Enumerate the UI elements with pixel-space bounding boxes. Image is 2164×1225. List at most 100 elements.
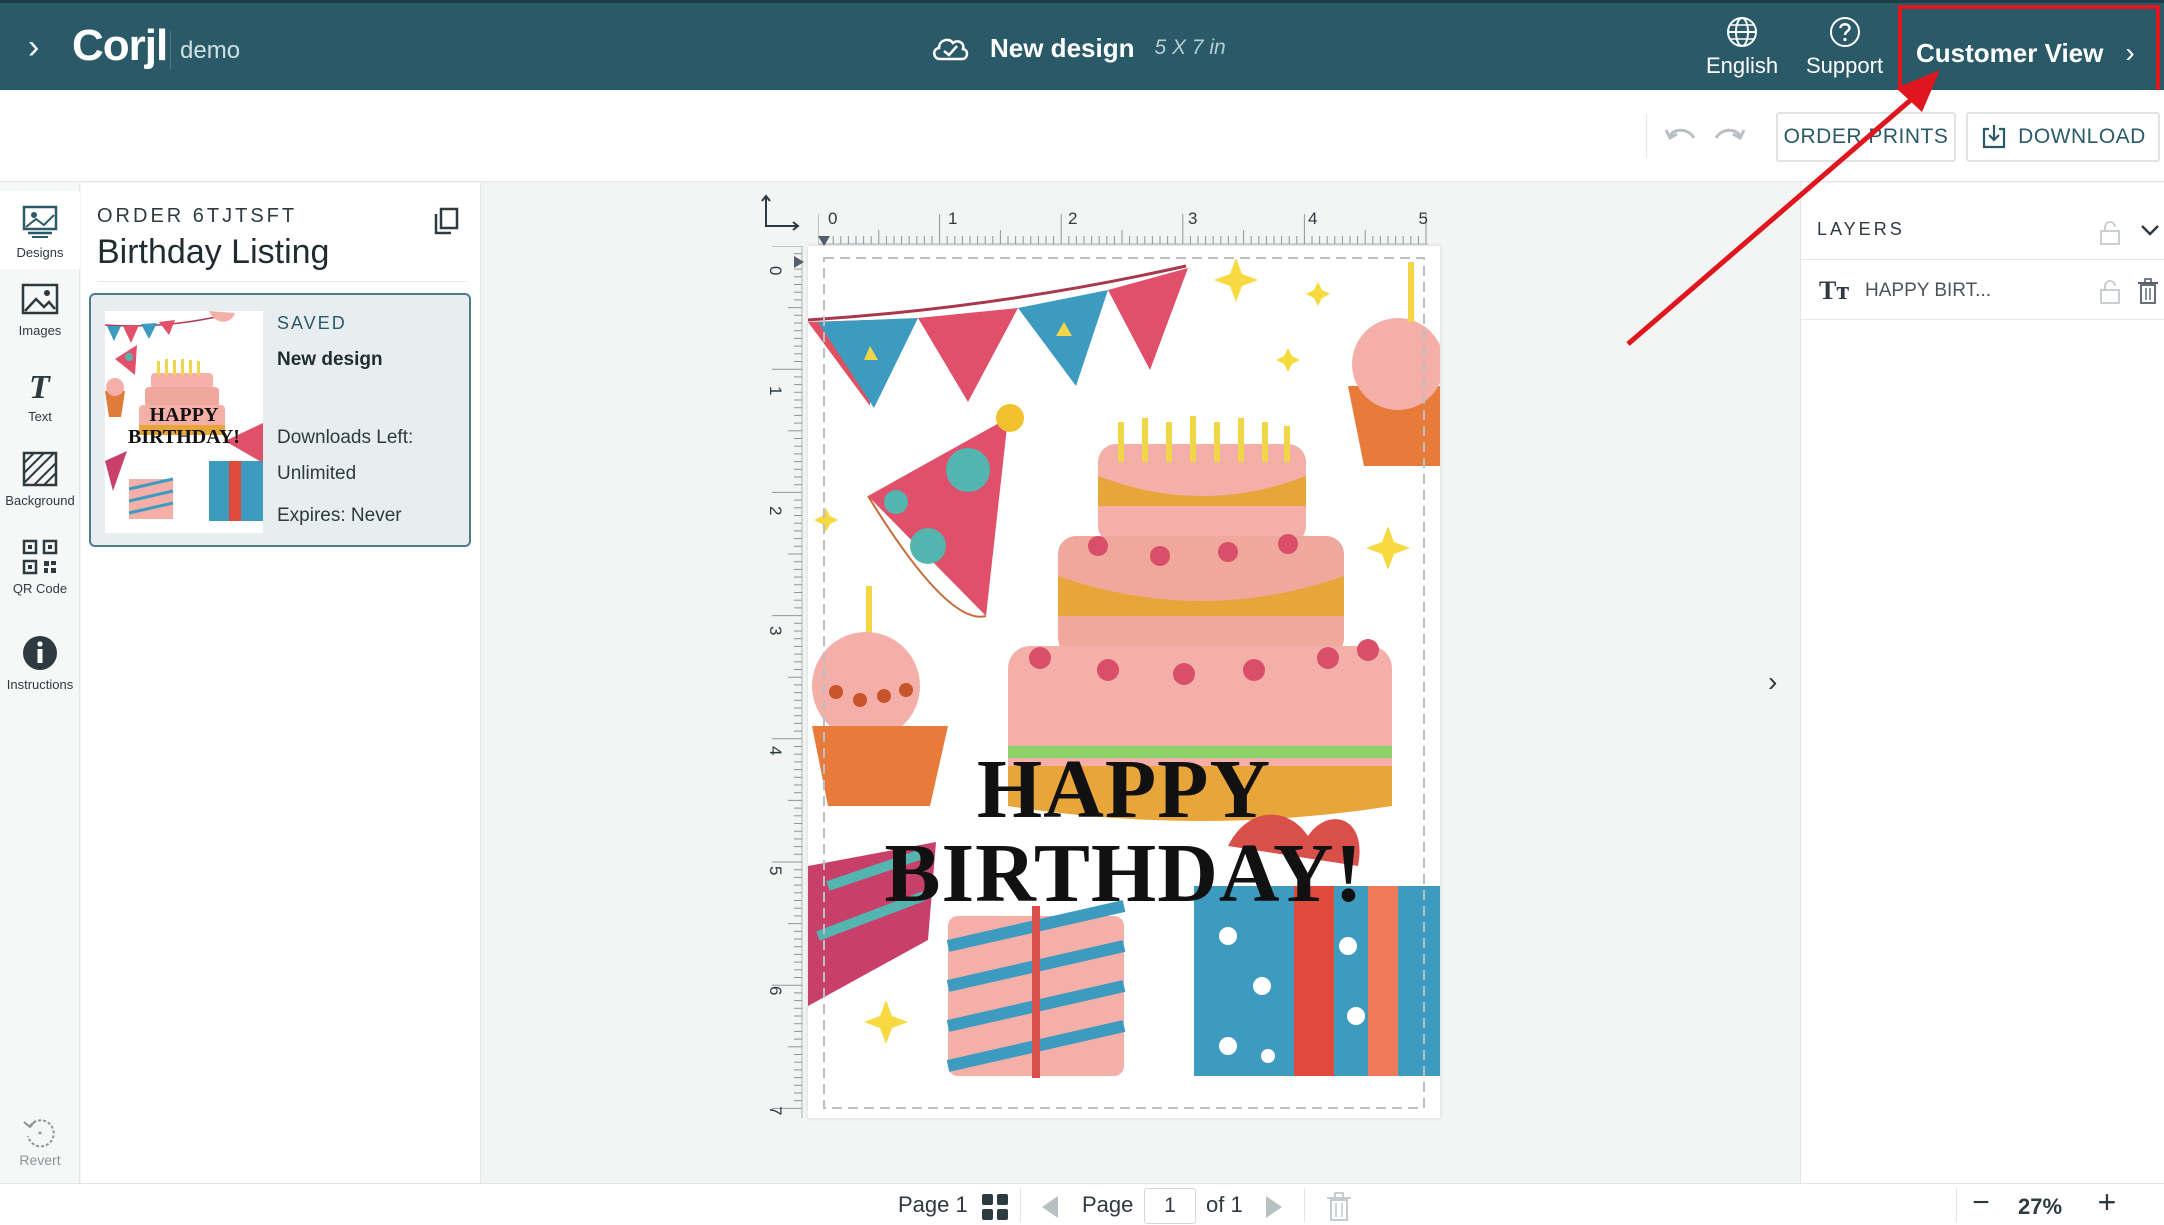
birthday-text-line[interactable]: BIRTHDAY! (808, 832, 1440, 916)
globe-icon (1727, 17, 1758, 47)
happy-text-line[interactable]: HAPPY (808, 748, 1440, 832)
corjl-logo: Corjl (72, 21, 168, 70)
ruler-v-label: 5 (766, 866, 785, 875)
qr-code-icon (22, 539, 58, 575)
design-thumbnail[interactable]: HAPPY BIRTHDAY! (105, 311, 263, 533)
design-card[interactable]: HAPPY BIRTHDAY! SAVED New design Downloa… (89, 293, 471, 547)
rail-item-qr-code[interactable]: QR Code (0, 537, 80, 596)
design-size: 5 X 7 in (1154, 36, 1226, 59)
ruler-h-label: 2 (1068, 209, 1077, 228)
language-label: English (1706, 53, 1779, 78)
layers-title: LAYERS (1817, 219, 1905, 239)
download-label: DOWNLOAD (2018, 125, 2146, 148)
trash-icon[interactable] (2137, 278, 2159, 304)
text-icon: T (29, 369, 51, 405)
logo-divider (170, 31, 171, 69)
downloads-left-label: Downloads Left: (277, 427, 414, 448)
ruler-h-label: 5 (1419, 209, 1428, 228)
design-artboard[interactable]: HAPPY BIRTHDAY! (808, 246, 1440, 1118)
panel-divider (97, 281, 467, 282)
card-design-name: New design (277, 349, 383, 370)
svg-text:T: T (29, 369, 51, 405)
rail-item-designs[interactable]: Designs (0, 191, 80, 269)
zoom-level: 27% (2018, 1194, 2063, 1219)
chevron-right-icon: › (2125, 37, 2135, 68)
rail-item-instructions[interactable]: Instructions (0, 633, 80, 692)
chevron-down-icon[interactable] (2139, 219, 2161, 241)
demo-label: demo (180, 37, 241, 64)
unlock-icon[interactable] (2099, 221, 2121, 245)
thumb-text-line1: HAPPY (150, 404, 219, 426)
listing-title: Birthday Listing (97, 233, 330, 271)
customer-view-label: Customer View (1916, 37, 2104, 68)
design-title[interactable]: New design (990, 33, 1134, 64)
revert-button[interactable]: Revert (0, 1112, 80, 1168)
rail-label: Background (5, 493, 75, 508)
text-layer-icon: Tт (1819, 276, 1850, 305)
info-icon (23, 636, 57, 670)
downloads-left-value: Unlimited (277, 463, 357, 484)
zoom-out-button[interactable]: − (1966, 1186, 1996, 1222)
ruler-h-label: 1 (948, 209, 957, 228)
ruler-corner-icon (761, 194, 800, 231)
layer-item[interactable]: Tт HAPPY BIRT... (1801, 260, 2164, 320)
zoom-in-button[interactable]: + (2092, 1184, 2122, 1222)
ruler-v-label: 2 (766, 506, 785, 515)
previous-page-icon[interactable] (1038, 1194, 1062, 1220)
expand-menu-chevron-icon[interactable]: › (28, 30, 56, 64)
birthday-thumbnail-art: HAPPY BIRTHDAY! (105, 311, 263, 521)
redo-icon[interactable] (1712, 124, 1746, 148)
background-icon (22, 451, 58, 487)
ruler-h-label: 0 (828, 209, 837, 228)
layer-name: HAPPY BIRT... (1865, 280, 1992, 301)
rail-label: Designs (16, 245, 64, 260)
designs-icon (22, 205, 58, 238)
support-button[interactable]: Support (1806, 15, 1883, 79)
revert-icon (23, 1119, 55, 1148)
order-label: ORDER 6TJTSFT (97, 205, 298, 227)
layers-panel: LAYERS Tт HAPPY BIRT... (1800, 183, 2164, 1183)
page-navigation-bar: Page 1 Page of 1 − 27% + (0, 1183, 2164, 1225)
rail-label: Instructions (6, 677, 74, 692)
design-title-area: New design 5 X 7 in (930, 31, 1226, 65)
download-button[interactable]: DOWNLOAD (1966, 112, 2160, 162)
rail-label: Text (28, 409, 52, 424)
expand-layers-chevron-icon[interactable]: › (1768, 666, 1794, 697)
order-prints-button[interactable]: ORDER PRINTS (1776, 112, 1956, 162)
page-grid-icon[interactable] (980, 1192, 1010, 1222)
help-icon (1829, 17, 1860, 47)
bottom-divider (1956, 1188, 1957, 1222)
download-icon (1983, 125, 2006, 149)
cloud-saved-icon (933, 38, 969, 61)
ruler-v-label: 1 (766, 386, 785, 395)
unlock-icon[interactable] (2099, 280, 2121, 304)
page-number-input[interactable] (1144, 1188, 1196, 1224)
revert-label: Revert (19, 1152, 61, 1168)
rail-item-text[interactable]: T Text (0, 365, 80, 424)
birthday-illustration (808, 257, 1440, 1109)
page-count-label: of 1 (1206, 1192, 1243, 1217)
customer-view-button[interactable]: Customer View › (1898, 5, 2160, 101)
rail-item-images[interactable]: Images (0, 279, 80, 338)
ruler-v-label: 0 (766, 266, 785, 275)
undo-icon[interactable] (1664, 124, 1698, 148)
saved-status: SAVED (277, 313, 347, 333)
language-button[interactable]: English (1706, 15, 1778, 79)
horizontal-ruler: 0 1 2 3 4 5 (818, 209, 1428, 246)
next-page-icon[interactable] (1262, 1194, 1286, 1220)
copy-icon[interactable] (433, 207, 459, 235)
order-prints-label: ORDER PRINTS (1783, 125, 1949, 148)
delete-page-icon[interactable] (1326, 1192, 1352, 1222)
thumb-text-line2: BIRTHDAY! (128, 426, 240, 448)
toolbar-divider (1646, 114, 1647, 158)
vertical-ruler: 0 1 2 3 4 5 6 7 (766, 246, 804, 1118)
rail-item-background[interactable]: Background (0, 449, 80, 508)
bottom-divider (1304, 1188, 1305, 1222)
rail-label: QR Code (12, 581, 68, 596)
ruler-v-label: 7 (766, 1106, 785, 1115)
support-label: Support (1806, 53, 1884, 78)
image-icon (21, 283, 59, 315)
ruler-v-label: 4 (766, 746, 785, 755)
ruler-h-label: 4 (1308, 209, 1317, 228)
expires-label: Expires: Never (277, 505, 402, 526)
